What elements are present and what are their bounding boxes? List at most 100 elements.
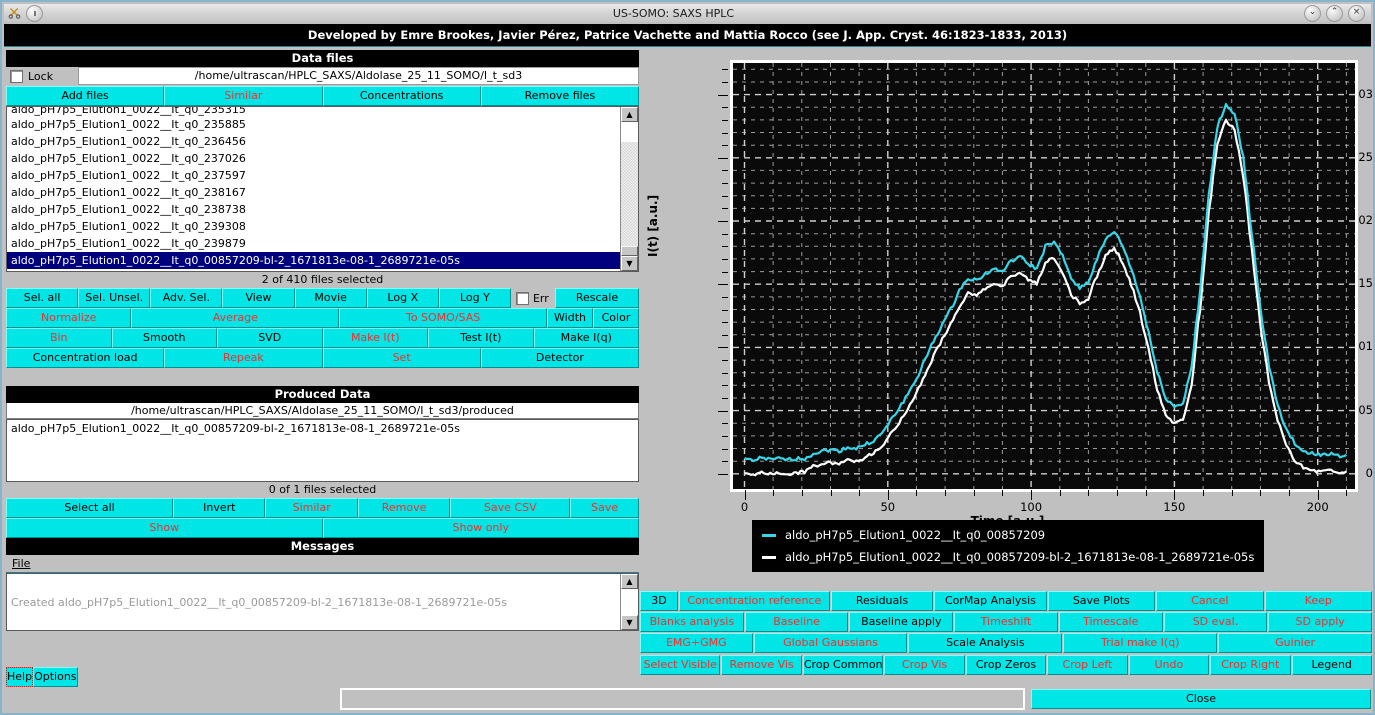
list-item[interactable]: aldo_pH7p5_Elution1_0022__It_q0_236456 <box>7 133 620 150</box>
scroll-up-icon[interactable]: ▲ <box>621 574 638 589</box>
concentration-reference-button[interactable]: Concentration reference <box>679 591 830 611</box>
file-menu[interactable]: File <box>12 557 30 570</box>
help-button[interactable]: Help <box>6 667 33 687</box>
select-visible-button[interactable]: Select Visible <box>640 655 720 675</box>
maximize-button[interactable]: ⌃ <box>1326 5 1343 22</box>
data-files-scrollbar[interactable]: ▲ ▼ <box>620 107 638 271</box>
similar-produced-button[interactable]: Similar <box>265 498 357 518</box>
test-it-button[interactable]: Test I(t) <box>428 328 534 348</box>
guinier-button[interactable]: Guinier <box>1218 633 1372 653</box>
svd-button[interactable]: SVD <box>217 328 323 348</box>
plot-area[interactable] <box>730 60 1358 492</box>
save-button[interactable]: Save <box>570 498 639 518</box>
timescale-button[interactable]: Timescale <box>1059 612 1163 632</box>
make-it-button[interactable]: Make I(t) <box>323 328 429 348</box>
scrollbar-track[interactable] <box>621 142 638 246</box>
err-checkbox[interactable] <box>516 292 529 305</box>
messages-scrollbar[interactable]: ▲ ▼ <box>620 574 638 630</box>
invert-button[interactable]: Invert <box>173 498 265 518</box>
average-button[interactable]: Average <box>131 308 339 328</box>
3d-button[interactable]: 3D <box>640 591 678 611</box>
normalize-button[interactable]: Normalize <box>6 308 131 328</box>
legend-entry[interactable]: aldo_pH7p5_Elution1_0022__It_q0_00857209 <box>752 524 1264 546</box>
list-item[interactable]: aldo_pH7p5_Elution1_0022__It_q0_237026 <box>7 150 620 167</box>
save-plots-button[interactable]: Save Plots <box>1048 591 1155 611</box>
concentration-load-button[interactable]: Concentration load <box>6 348 164 368</box>
adv-sel-button[interactable]: Adv. Sel. <box>150 288 222 308</box>
remove-files-button[interactable]: Remove files <box>481 86 639 106</box>
crop-common-button[interactable]: Crop Common <box>803 655 883 675</box>
produced-data-list[interactable]: aldo_pH7p5_Elution1_0022__It_q0_00857209… <box>6 419 639 482</box>
sel-all-button[interactable]: Sel. all <box>6 288 78 308</box>
color-button[interactable]: Color <box>593 308 639 328</box>
list-item[interactable]: aldo_pH7p5_Elution1_0022__It_q0_00857209… <box>7 420 638 437</box>
list-item[interactable]: aldo_pH7p5_Elution1_0022__It_q0_239308 <box>7 218 620 235</box>
keep-button[interactable]: Keep <box>1265 591 1372 611</box>
scrollbar-thumb[interactable] <box>621 246 638 256</box>
close-button[interactable]: Close <box>1031 689 1371 709</box>
add-files-button[interactable]: Add files <box>6 86 164 106</box>
crop-left-button[interactable]: Crop Left <box>1047 655 1127 675</box>
emg-gmg-button[interactable]: EMG+GMG <box>640 633 753 653</box>
minimize-button[interactable]: ⌄ <box>1304 5 1321 22</box>
messages-box[interactable]: Created aldo_pH7p5_Elution1_0022__It_q0_… <box>6 573 639 631</box>
list-item-selected[interactable]: aldo_pH7p5_Elution1_0022__It_q0_00857209… <box>7 252 620 269</box>
data-files-list[interactable]: aldo_pH7p5_Elution1_0022__It_q0_235315 a… <box>6 106 639 272</box>
similar-files-button[interactable]: Similar <box>164 86 322 106</box>
scrollbar-track[interactable] <box>621 589 638 615</box>
options-button[interactable]: Options <box>33 667 77 687</box>
err-toggle[interactable]: Err <box>511 288 555 308</box>
sd-apply-button[interactable]: SD apply <box>1268 612 1372 632</box>
baseline-apply-button[interactable]: Baseline apply <box>849 612 953 632</box>
select-all-button[interactable]: Select all <box>6 498 173 518</box>
timeshift-button[interactable]: Timeshift <box>954 612 1058 632</box>
scroll-down-icon[interactable]: ▼ <box>621 256 638 271</box>
sd-eval-button[interactable]: SD eval. <box>1164 612 1268 632</box>
width-button[interactable]: Width <box>547 308 593 328</box>
close-window-button[interactable]: × <box>1348 5 1365 22</box>
make-iq-button[interactable]: Make I(q) <box>534 328 640 348</box>
show-button[interactable]: Show <box>6 518 323 538</box>
cancel-button[interactable]: Cancel <box>1156 591 1263 611</box>
smooth-button[interactable]: Smooth <box>112 328 218 348</box>
set-button[interactable]: Set <box>323 348 481 368</box>
list-item[interactable]: aldo_pH7p5_Elution1_0022__It_q0_239879 <box>7 235 620 252</box>
crop-vis-button[interactable]: Crop Vis <box>884 655 964 675</box>
log-y-button[interactable]: Log Y <box>439 288 511 308</box>
crop-right-button[interactable]: Crop Right <box>1210 655 1290 675</box>
undo-button[interactable]: Undo <box>1129 655 1209 675</box>
log-x-button[interactable]: Log X <box>367 288 439 308</box>
legend-entry[interactable]: aldo_pH7p5_Elution1_0022__It_q0_00857209… <box>752 546 1264 568</box>
baseline-button[interactable]: Baseline <box>745 612 849 632</box>
sel-unsel-button[interactable]: Sel. Unsel. <box>78 288 150 308</box>
list-item[interactable]: aldo_pH7p5_Elution1_0022__It_q0_235885 <box>7 116 620 133</box>
lock-toggle[interactable]: Lock <box>6 70 78 83</box>
list-item[interactable]: aldo_pH7p5_Elution1_0022__It_q0_237597 <box>7 167 620 184</box>
rescale-button[interactable]: Rescale <box>555 288 639 308</box>
trial-make-iq-button[interactable]: Trial make I(q) <box>1063 633 1217 653</box>
repeak-button[interactable]: Repeak <box>164 348 322 368</box>
detector-button[interactable]: Detector <box>481 348 639 368</box>
list-item[interactable]: aldo_pH7p5_Elution1_0022__It_q0_238167 <box>7 184 620 201</box>
legend-button[interactable]: Legend <box>1292 655 1372 675</box>
bin-button[interactable]: Bin <box>6 328 112 348</box>
remove-vis-button[interactable]: Remove Vis <box>721 655 801 675</box>
view-button[interactable]: View <box>222 288 294 308</box>
crop-zeros-button[interactable]: Crop Zeros <box>966 655 1046 675</box>
scroll-down-icon[interactable]: ▼ <box>621 615 638 630</box>
to-somo-sas-button[interactable]: To SOMO/SAS <box>339 308 547 328</box>
plot-legend[interactable]: aldo_pH7p5_Elution1_0022__It_q0_00857209… <box>752 520 1264 572</box>
show-only-button[interactable]: Show only <box>323 518 640 538</box>
residuals-button[interactable]: Residuals <box>831 591 934 611</box>
scale-analysis-button[interactable]: Scale Analysis <box>908 633 1062 653</box>
remove-produced-button[interactable]: Remove <box>358 498 450 518</box>
list-item[interactable]: aldo_pH7p5_Elution1_0022__It_q0_235315 <box>7 107 620 116</box>
movie-button[interactable]: Movie <box>295 288 367 308</box>
cormap-analysis-button[interactable]: CorMap Analysis <box>934 591 1046 611</box>
lock-checkbox[interactable] <box>10 70 23 83</box>
list-item[interactable]: aldo_pH7p5_Elution1_0022__It_q0_238738 <box>7 201 620 218</box>
concentrations-button[interactable]: Concentrations <box>323 86 481 106</box>
scroll-up-icon[interactable]: ▲ <box>621 107 638 122</box>
blanks-analysis-button[interactable]: Blanks analysis <box>640 612 744 632</box>
global-gaussians-button[interactable]: Global Gaussians <box>754 633 908 653</box>
